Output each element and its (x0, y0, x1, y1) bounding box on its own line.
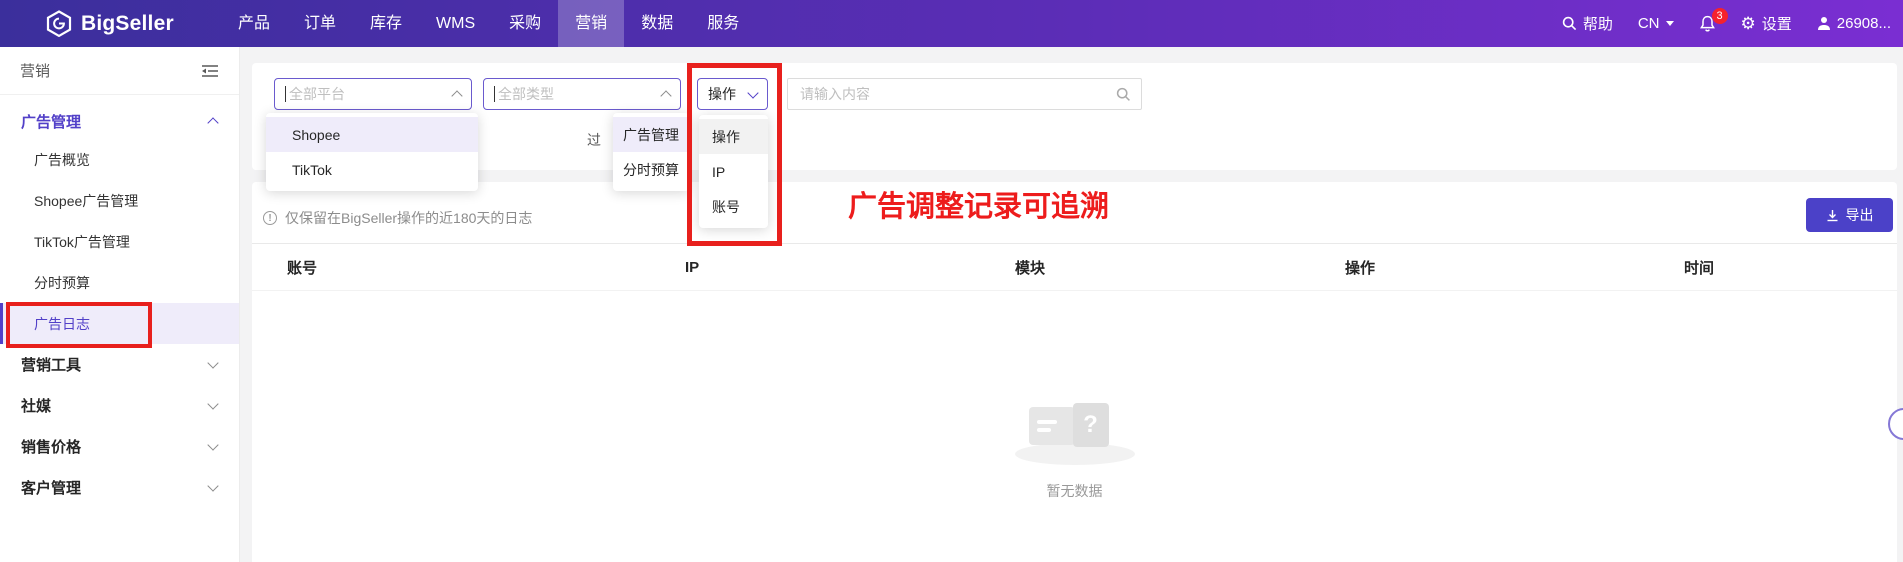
notification-badge: 3 (1712, 8, 1728, 24)
chevron-up-icon (451, 90, 462, 101)
main-content: 过 全部平台 Shopee TikTok 全部类型 广告管理 分时预算 操作 (240, 47, 1903, 562)
type-select[interactable]: 全部类型 (483, 78, 681, 110)
field-select-value: 操作 (708, 84, 736, 104)
field-option-ip[interactable]: IP (699, 154, 768, 189)
platform-dropdown: Shopee TikTok (266, 113, 478, 191)
empty-state: ? 暂无数据 (252, 399, 1897, 501)
chevron-down-icon (207, 398, 218, 409)
platform-placeholder: 全部平台 (289, 84, 345, 104)
sidebar-group-label: 广告管理 (21, 111, 81, 132)
chevron-down-icon (207, 357, 218, 368)
top-navbar: BigSeller 产品 订单 库存 WMS 采购 营销 数据 服务 帮助 CN (0, 0, 1903, 47)
sidebar-group-label: 营销工具 (21, 354, 81, 375)
bigseller-logo-icon (46, 10, 72, 37)
type-placeholder: 全部类型 (498, 84, 554, 104)
chevron-down-icon (1666, 21, 1674, 30)
sidebar-group-label: 客户管理 (21, 477, 81, 498)
chevron-down-icon (747, 87, 758, 98)
download-icon (1826, 209, 1839, 222)
help-label: 帮助 (1583, 13, 1613, 34)
sidebar-title: 营销 (20, 60, 50, 81)
empty-state-text: 暂无数据 (1047, 481, 1103, 501)
nav-item-purchase[interactable]: 采购 (492, 0, 558, 47)
retention-notice-text: 仅保留在BigSeller操作的近180天的日志 (285, 208, 532, 228)
brand-name: BigSeller (81, 12, 174, 36)
column-header-module: 模块 (1015, 257, 1345, 278)
log-table-card (252, 182, 1897, 562)
sidebar-group-marketing-tools[interactable]: 营销工具 (0, 344, 239, 385)
sidebar-group-customer-management[interactable]: 客户管理 (0, 467, 239, 508)
notifications-button[interactable]: 3 (1699, 15, 1716, 33)
nav-item-data[interactable]: 数据 (624, 0, 690, 47)
retention-notice: ! 仅保留在BigSeller操作的近180天的日志 (263, 208, 532, 228)
empty-back-card (1029, 407, 1075, 445)
sidebar-group-label: 销售价格 (21, 436, 81, 457)
language-selector[interactable]: CN (1638, 15, 1674, 32)
sidebar-item-ad-overview[interactable]: 广告概览 (0, 139, 239, 180)
brand-logo[interactable]: BigSeller (46, 0, 174, 47)
info-icon: ! (263, 211, 277, 225)
chevron-down-icon (207, 480, 218, 491)
field-select[interactable]: 操作 (697, 78, 768, 110)
sidebar-item-tiktok-ads[interactable]: TikTok广告管理 (0, 221, 239, 262)
platform-option-tiktok[interactable]: TikTok (266, 152, 478, 187)
type-option-hourly-budget[interactable]: 分时预算 (613, 152, 689, 187)
settings-button[interactable]: ⚙ 设置 (1741, 13, 1792, 34)
text-cursor (285, 86, 286, 102)
sidebar-group-label: 社媒 (21, 395, 51, 416)
type-option-ad-management[interactable]: 广告管理 (613, 117, 689, 152)
sidebar-group-social-media[interactable]: 社媒 (0, 385, 239, 426)
nav-item-service[interactable]: 服务 (690, 0, 756, 47)
user-id-label: 26908... (1837, 15, 1891, 32)
column-header-time: 时间 (1684, 257, 1897, 278)
nav-item-wms[interactable]: WMS (419, 0, 492, 47)
export-button[interactable]: 导出 (1806, 198, 1893, 232)
type-dropdown: 广告管理 分时预算 (613, 113, 689, 191)
table-header-row: 账号 IP 模块 操作 时间 (252, 243, 1897, 291)
column-header-account: 账号 (287, 257, 685, 278)
sidebar-item-shopee-ads[interactable]: Shopee广告管理 (0, 180, 239, 221)
help-button[interactable]: 帮助 (1562, 13, 1613, 34)
search-box (787, 78, 1142, 110)
nav-item-inventory[interactable]: 库存 (353, 0, 419, 47)
platform-option-shopee[interactable]: Shopee (266, 117, 478, 152)
sidebar-group-sale-price[interactable]: 销售价格 (0, 426, 239, 467)
sidebar-header: 营销 (0, 47, 239, 95)
settings-label: 设置 (1762, 13, 1792, 34)
obscured-text-fragment: 过 (587, 130, 601, 150)
main-menu: 产品 订单 库存 WMS 采购 营销 数据 服务 (221, 0, 756, 47)
gear-icon: ⚙ (1741, 15, 1756, 32)
language-label: CN (1638, 15, 1660, 32)
sidebar-item-hourly-budget[interactable]: 分时预算 (0, 262, 239, 303)
user-icon (1817, 16, 1831, 31)
question-mark-glyph: ? (1083, 411, 1098, 439)
sidebar-group-ad-management[interactable]: 广告管理 (0, 103, 239, 139)
nav-item-orders[interactable]: 订单 (287, 0, 353, 47)
export-label: 导出 (1846, 205, 1874, 225)
field-option-account[interactable]: 账号 (699, 189, 768, 224)
search-icon[interactable] (1116, 87, 1131, 102)
nav-item-products[interactable]: 产品 (221, 0, 287, 47)
empty-front-card: ? (1073, 403, 1109, 447)
search-input[interactable] (798, 85, 1116, 103)
app-frame: BigSeller 产品 订单 库存 WMS 采购 营销 数据 服务 帮助 CN (0, 0, 1903, 562)
chevron-down-icon (207, 439, 218, 450)
field-option-action[interactable]: 操作 (699, 119, 768, 154)
collapse-sidebar-icon[interactable] (201, 64, 219, 78)
sidebar-item-ad-log[interactable]: 广告日志 (0, 303, 239, 344)
user-account-button[interactable]: 26908... (1817, 15, 1891, 32)
chevron-up-icon (660, 90, 671, 101)
text-cursor (494, 86, 495, 102)
platform-select[interactable]: 全部平台 (274, 78, 472, 110)
column-header-ip: IP (685, 259, 1015, 276)
field-dropdown: 操作 IP 账号 (699, 115, 768, 228)
annotation-text: 广告调整记录可追溯 (848, 183, 1109, 225)
sidebar: 营销 广告管理 广告概览 Shopee广告管理 TikTok广告管理 分时预算 … (0, 47, 240, 562)
navbar-right-cluster: 帮助 CN 3 ⚙ 设置 26 (1562, 0, 1891, 47)
empty-state-illustration: ? (1015, 399, 1135, 465)
nav-item-marketing[interactable]: 营销 (558, 0, 624, 47)
chevron-up-icon (207, 117, 218, 128)
search-icon (1562, 16, 1577, 31)
column-header-action: 操作 (1345, 257, 1684, 278)
